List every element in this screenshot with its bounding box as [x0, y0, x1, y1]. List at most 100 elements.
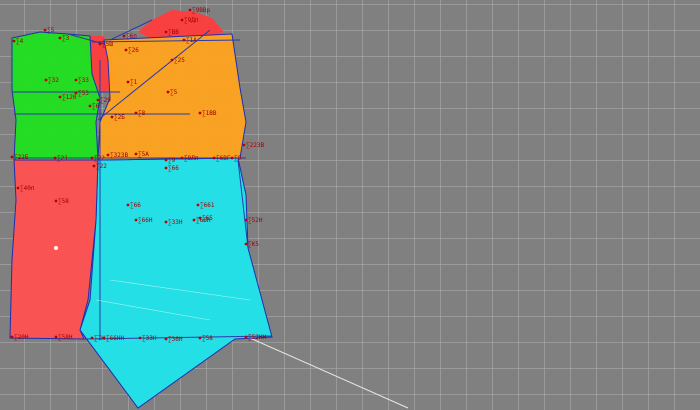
point-marker[interactable]	[180, 18, 184, 22]
point-marker[interactable]	[164, 158, 168, 162]
point-marker[interactable]	[96, 98, 100, 102]
point-marker[interactable]	[244, 335, 248, 339]
point-marker[interactable]	[110, 115, 114, 119]
point-label: ∑6п	[126, 33, 137, 40]
point-marker[interactable]	[134, 111, 138, 115]
point-label: ∑53	[78, 90, 89, 97]
point-marker[interactable]	[10, 335, 14, 339]
point-marker[interactable]	[44, 78, 48, 82]
point-marker[interactable]	[166, 90, 170, 94]
point-label: ∑52Н	[248, 217, 263, 224]
point-marker[interactable]	[92, 164, 96, 168]
point-label: ∑9Лп	[184, 155, 199, 162]
point-label: ∑1А	[186, 37, 197, 44]
guide-line	[249, 337, 409, 409]
point-marker[interactable]	[126, 203, 130, 207]
pattern-drawing[interactable]: ∑9ВВр ∑9Дп ∑ВВ ∑6п ∑5 ∑3 ∑4 ∑5Ш ∑1А ∑26 ∑25 ∑33 ∑32 ∑…	[0, 0, 700, 410]
point-marker[interactable]	[244, 218, 248, 222]
point-label: ∑32ЗВ	[110, 152, 128, 159]
point-label: ∑ВВ	[168, 29, 179, 36]
point-marker[interactable]	[230, 156, 234, 160]
point-marker[interactable]	[106, 153, 110, 157]
point-marker[interactable]	[90, 336, 94, 340]
point-label: ∑66	[130, 202, 141, 209]
point-marker[interactable]	[10, 155, 14, 159]
point-marker[interactable]	[212, 156, 216, 160]
point-label: ∑5	[47, 27, 55, 34]
point-marker[interactable]	[182, 38, 186, 42]
point-marker[interactable]	[164, 220, 168, 224]
point-marker[interactable]	[122, 34, 126, 38]
point-label: ∑33	[78, 77, 89, 84]
point-label: ∑52НН	[248, 334, 266, 341]
point-marker[interactable]	[244, 242, 248, 246]
pattern-canvas[interactable]: ∑9ВВр ∑9Дп ∑ВВ ∑6п ∑5 ∑3 ∑4 ∑5Ш ∑1А ∑26 ∑25 ∑33 ∑32 ∑…	[0, 0, 700, 410]
point-label: ∑21	[57, 155, 68, 162]
point-marker[interactable]	[126, 80, 130, 84]
point-marker[interactable]	[164, 166, 168, 170]
point-label: ∑36Н	[168, 336, 183, 343]
point-label: ∑25	[174, 57, 185, 64]
point-label: ∑9ВВр	[192, 7, 210, 14]
point-marker[interactable]	[54, 335, 58, 339]
point-marker[interactable]	[170, 58, 174, 62]
point-label: ∑22	[96, 163, 107, 170]
yoke-piece-orange[interactable]	[97, 33, 247, 161]
point-marker[interactable]	[74, 78, 78, 82]
point-label: ∑66	[168, 165, 179, 172]
point-marker[interactable]	[43, 28, 47, 32]
point-marker[interactable]	[188, 8, 192, 12]
point-label: ∑9	[234, 155, 242, 162]
point-marker[interactable]	[53, 156, 57, 160]
point-marker[interactable]	[88, 104, 92, 108]
point-marker[interactable]	[164, 337, 168, 341]
point-label: ∑3	[62, 35, 70, 42]
point-marker[interactable]	[16, 186, 20, 190]
point-label: ∑20Н	[14, 334, 29, 341]
point-label: ∑32	[48, 77, 59, 84]
point-label: ∑33Н	[142, 335, 157, 342]
point-label: ∑5	[170, 89, 178, 96]
point-label: ∑1	[130, 79, 138, 86]
point-label: ∑26	[128, 47, 139, 54]
point-marker[interactable]	[12, 39, 16, 43]
point-marker[interactable]	[198, 111, 202, 115]
point-label: ∑29	[100, 97, 111, 104]
point-marker[interactable]	[74, 91, 78, 95]
point-label: ∑К5	[248, 241, 259, 248]
point-label: ∑2Б	[114, 114, 125, 121]
point-marker[interactable]	[58, 36, 62, 40]
point-label: ∑661	[200, 202, 215, 209]
point-label: ∑40п	[20, 185, 35, 192]
point-marker[interactable]	[180, 156, 184, 160]
collar-piece-red[interactable]	[138, 10, 224, 38]
point-marker[interactable]	[102, 336, 106, 340]
point-label: ∑58Н	[58, 334, 73, 341]
point-label: ∑58	[58, 198, 69, 205]
point-marker[interactable]	[192, 218, 196, 222]
point-marker[interactable]	[134, 218, 138, 222]
point-marker[interactable]	[242, 143, 246, 147]
point-marker[interactable]	[134, 152, 138, 156]
point-marker[interactable]	[138, 336, 142, 340]
point-marker[interactable]	[90, 156, 94, 160]
point-label: ∑66НН	[106, 335, 124, 342]
point-label: ∑120	[62, 94, 77, 101]
point-marker[interactable]	[124, 48, 128, 52]
point-label: ∑1ВВ	[202, 110, 217, 117]
point-marker[interactable]	[196, 203, 200, 207]
selection-dot[interactable]	[54, 246, 58, 250]
point-marker[interactable]	[98, 42, 102, 46]
point-marker[interactable]	[58, 95, 62, 99]
point-label: ∑9	[168, 157, 176, 164]
point-label: ∑33Н	[168, 219, 183, 226]
point-label: ∑6ВГ	[216, 155, 231, 162]
front-piece-cyan[interactable]	[79, 157, 273, 409]
point-label: ∑66Н	[196, 217, 211, 224]
point-label: ∑66Н	[138, 217, 153, 224]
point-marker[interactable]	[164, 30, 168, 34]
point-marker[interactable]	[54, 199, 58, 203]
point-marker[interactable]	[198, 336, 202, 340]
point-label: ∑9Дп	[184, 17, 199, 24]
point-label: ∑8	[138, 110, 146, 117]
